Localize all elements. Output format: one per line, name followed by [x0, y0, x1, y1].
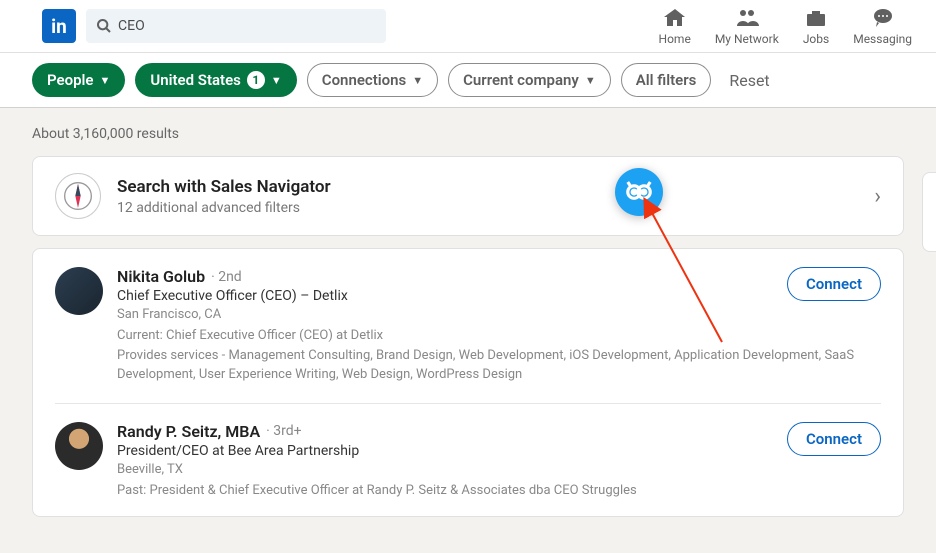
person-result: Nikita Golub · 2nd Chief Executive Offic… — [33, 249, 903, 403]
briefcase-icon — [804, 6, 828, 30]
search-input[interactable]: CEO — [86, 9, 386, 43]
sales-nav-sub: 12 additional advanced filters — [117, 200, 331, 216]
person-current: Current: Chief Executive Officer (CEO) a… — [117, 328, 881, 343]
person-name[interactable]: Randy P. Seitz, MBA — [117, 422, 260, 441]
nav-messaging[interactable]: Messaging — [853, 6, 912, 46]
chevron-down-icon: ▼ — [100, 74, 111, 87]
filter-company[interactable]: Current company ▼ — [448, 63, 611, 97]
top-bar: in CEO Home My Network Jobs Messaging — [0, 0, 936, 52]
chevron-right-icon: › — [874, 184, 881, 209]
connect-button[interactable]: Connect — [787, 267, 881, 301]
nav-home[interactable]: Home — [659, 6, 691, 46]
content-area: About 3,160,000 results Search with Sale… — [0, 108, 936, 547]
pill-label: All filters — [636, 71, 697, 89]
pill-label: United States — [150, 71, 240, 89]
linkedin-logo[interactable]: in — [42, 9, 76, 43]
owl-icon — [624, 177, 654, 207]
chat-icon — [871, 6, 895, 30]
person-current: Past: President & Chief Executive Office… — [117, 483, 881, 498]
sales-nav-title: Search with Sales Navigator — [117, 177, 331, 197]
filter-people[interactable]: People ▼ — [32, 63, 125, 97]
connection-degree: · 2nd — [211, 269, 242, 285]
person-info: Randy P. Seitz, MBA · 3rd+ President/CEO… — [117, 422, 881, 498]
reset-button[interactable]: Reset — [729, 71, 769, 90]
pill-label: Connections — [322, 71, 406, 89]
sales-nav-text: Search with Sales Navigator 12 additiona… — [117, 177, 331, 216]
side-panel-peek — [922, 172, 936, 252]
filter-all[interactable]: All filters — [621, 63, 712, 97]
compass-icon — [55, 173, 101, 219]
search-query-text: CEO — [118, 18, 145, 34]
sales-navigator-card[interactable]: Search with Sales Navigator 12 additiona… — [32, 156, 904, 236]
filter-connections[interactable]: Connections ▼ — [307, 63, 438, 97]
chevron-down-icon: ▼ — [412, 74, 423, 87]
person-headline: Chief Executive Officer (CEO) – Detlix — [117, 288, 881, 304]
person-name[interactable]: Nikita Golub — [117, 267, 205, 286]
filter-count-badge: 1 — [247, 71, 265, 89]
person-info: Nikita Golub · 2nd Chief Executive Offic… — [117, 267, 881, 385]
chevron-down-icon: ▼ — [271, 74, 282, 87]
result-count: About 3,160,000 results — [32, 126, 904, 142]
nav-jobs[interactable]: Jobs — [803, 6, 829, 46]
filter-bar: People ▼ United States 1 ▼ Connections ▼ C… — [0, 52, 936, 108]
avatar[interactable] — [55, 422, 103, 470]
filter-location[interactable]: United States 1 ▼ — [135, 63, 296, 97]
nav-label: Messaging — [853, 32, 912, 46]
connect-button[interactable]: Connect — [787, 422, 881, 456]
person-headline: President/CEO at Bee Area Partnership — [117, 443, 881, 459]
extension-button[interactable] — [615, 168, 663, 216]
home-icon — [663, 6, 687, 30]
pill-label: People — [47, 71, 94, 89]
person-location: Beeville, TX — [117, 462, 881, 477]
person-location: San Francisco, CA — [117, 307, 881, 322]
connection-degree: · 3rd+ — [266, 423, 301, 439]
chevron-down-icon: ▼ — [585, 74, 596, 87]
nav-network[interactable]: My Network — [715, 6, 779, 46]
person-result: Randy P. Seitz, MBA · 3rd+ President/CEO… — [55, 403, 881, 516]
person-services: Provides services - Management Consultin… — [117, 347, 881, 385]
people-results-card: Nikita Golub · 2nd Chief Executive Offic… — [32, 248, 904, 517]
pill-label: Current company — [463, 71, 579, 89]
avatar[interactable] — [55, 267, 103, 315]
people-icon — [735, 6, 759, 30]
search-icon — [96, 18, 112, 34]
nav-label: My Network — [715, 32, 779, 46]
nav-label: Home — [659, 32, 691, 46]
nav-label: Jobs — [803, 32, 829, 46]
primary-nav: Home My Network Jobs Messaging — [659, 6, 912, 46]
